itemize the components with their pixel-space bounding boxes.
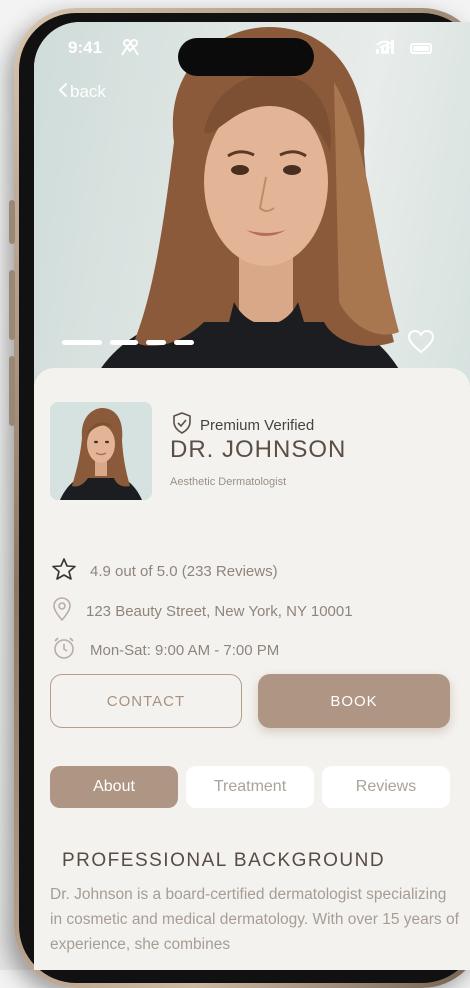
contact-button[interactable]: CONTACT [50, 674, 242, 728]
carousel-dot[interactable] [174, 340, 194, 345]
status-time: 9:41 [68, 38, 103, 57]
book-button[interactable]: BOOK [258, 674, 450, 728]
avatar [50, 402, 152, 500]
doctor-portrait [84, 27, 414, 402]
rating-row: 4.9 out of 5.0 (233 Reviews) [52, 558, 278, 584]
carousel-dot[interactable] [110, 340, 138, 345]
star-icon [52, 558, 76, 584]
doctor-specialty: Aesthetic Dermatologist [170, 476, 287, 488]
address-row: 123 Beauty Street, New York, NY 10001 [52, 597, 353, 625]
shield-check-icon [172, 412, 192, 439]
section-title: PROFESSIONAL BACKGROUND [62, 850, 386, 871]
rating-text: 4.9 out of 5.0 (233 Reviews) [90, 562, 278, 580]
address-text: 123 Beauty Street, New York, NY 10001 [86, 602, 353, 620]
app-screen: 9:41 back Premium Verified DR. JOHNSON A… [34, 22, 470, 970]
phone-side-button [9, 270, 15, 340]
phone-side-button [9, 200, 15, 244]
carousel-dot[interactable] [146, 340, 166, 345]
doctor-name: DR. JOHNSON [170, 436, 347, 463]
hours-text: Mon-Sat: 9:00 AM - 7:00 PM [90, 641, 280, 659]
badge-label: Premium Verified [200, 417, 315, 434]
status-bar: 9:41 [68, 38, 448, 60]
battery-icon [410, 43, 432, 54]
hours-row: Mon-Sat: 9:00 AM - 7:00 PM [52, 636, 279, 664]
carousel-indicator [62, 340, 194, 345]
hero-photo: 9:41 back [34, 22, 470, 402]
tab-reviews[interactable]: Reviews [322, 766, 450, 808]
clock-icon [52, 636, 76, 664]
location-pin-icon [52, 597, 72, 625]
about-paragraph: Dr. Johnson is a board-certified dermato… [50, 886, 459, 953]
back-button[interactable]: back [58, 82, 106, 102]
tab-about[interactable]: About [50, 766, 178, 808]
carousel-dot[interactable] [62, 340, 102, 345]
profile-card: Premium Verified DR. JOHNSON Aesthetic D… [34, 368, 470, 970]
phone-side-button [9, 356, 15, 426]
verified-badge: Premium Verified [172, 412, 314, 439]
tab-treatment[interactable]: Treatment [186, 766, 314, 808]
back-label: back [70, 82, 106, 101]
status-indicators [376, 40, 432, 54]
